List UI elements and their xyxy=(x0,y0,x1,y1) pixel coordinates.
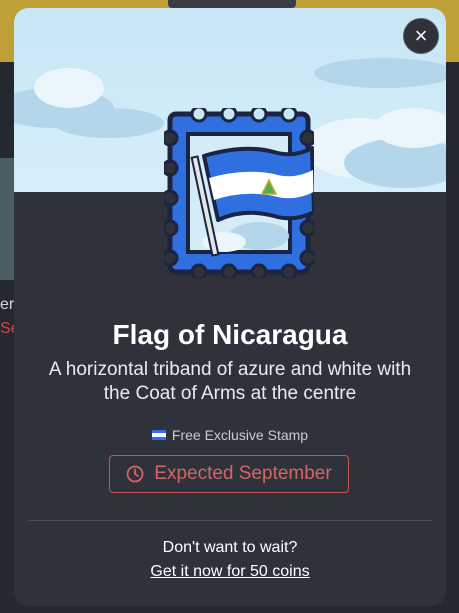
cloud-shape xyxy=(374,108,446,148)
close-icon: × xyxy=(414,23,428,48)
nicaragua-flag-icon xyxy=(151,430,166,440)
cloud-shape xyxy=(34,68,104,108)
background-tab xyxy=(168,0,296,8)
cloud-shape xyxy=(314,58,446,88)
divider xyxy=(28,520,432,521)
background-peek-link: Se xyxy=(0,320,14,336)
exclusive-stamp-label: Free Exclusive Stamp xyxy=(14,426,446,444)
stamp-title: Flag of Nicaragua xyxy=(112,319,348,350)
exclusive-stamp-text: Free Exclusive Stamp xyxy=(171,427,309,443)
close-button[interactable]: × xyxy=(403,18,439,54)
buy-with-coins-link[interactable]: Get it now for 50 coins xyxy=(14,562,446,582)
stamp-detail-modal: × Flag of Nicaragua A horizontal triband… xyxy=(14,8,446,606)
wait-prompt: Don't want to wait? xyxy=(162,539,298,556)
cloud-shape xyxy=(54,108,164,138)
stamp-description: A horizontal triband of azure and white … xyxy=(48,359,412,404)
background-card-thumbnail xyxy=(0,158,14,280)
stamp-illustration xyxy=(164,108,314,278)
background-peek-text: er xyxy=(0,296,14,312)
expected-release-text: Expected September xyxy=(154,463,332,484)
expected-release-badge: Expected September xyxy=(109,455,349,493)
clock-icon xyxy=(126,465,144,483)
